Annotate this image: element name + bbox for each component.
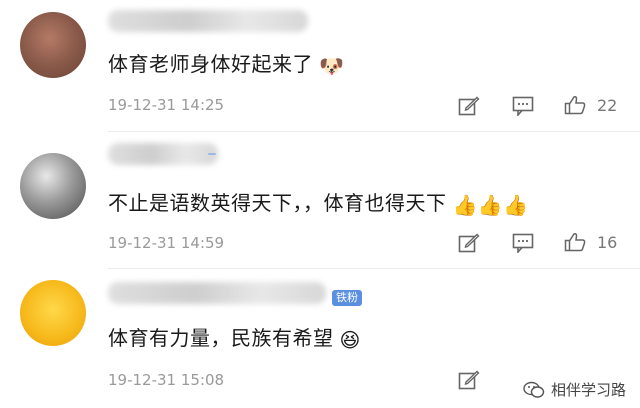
username-blurred [108,10,308,32]
comment-timestamp: 19-12-31 14:59 [108,234,225,252]
comment-text-content: 不止是语数英得天下，，体育也得天下 [108,191,447,215]
thumbs-up-icon[interactable] [564,232,586,252]
username-blurred [108,143,218,165]
wechat-icon [523,381,545,398]
watermark-text: 相伴学习路 [550,381,626,399]
comment-item: 体育老师身体好起来了 🐶 19-12-31 14:25 22 [0,0,640,132]
edit-icon[interactable] [458,96,480,116]
comment-text: 体育老师身体好起来了 🐶 [108,48,344,78]
avatar[interactable] [20,12,86,78]
edit-icon[interactable] [458,233,480,253]
comment-text: 不止是语数英得天下，，体育也得天下 👍👍👍 [108,187,529,217]
edit-icon[interactable] [458,370,480,390]
comment-item: 不止是语数英得天下，，体育也得天下 👍👍👍 19-12-31 14:59 16 [0,133,640,269]
comment-timestamp: 19-12-31 15:08 [108,371,225,389]
comment-text-content: 体育有力量，民族有希望 [108,326,334,350]
comment-timestamp: 19-12-31 14:25 [108,96,225,114]
avatar[interactable] [20,280,86,346]
comment-icon[interactable] [512,233,534,253]
comment-text-content: 体育老师身体好起来了 [108,52,313,76]
divider [108,268,640,269]
comment-icon[interactable] [512,96,534,116]
avatar[interactable] [20,153,86,219]
user-badge [208,153,216,155]
comment-item: 铁粉 体育有力量，民族有希望 😆 19-12-31 15:08 相伴学习路 [0,270,640,408]
laughing-emoji: 😆 [339,327,361,352]
watermark: 相伴学习路 [523,379,626,400]
thumbs-up-icon[interactable] [564,95,586,115]
like-count: 16 [597,233,618,252]
divider [108,131,640,132]
user-badge: 铁粉 [332,290,362,306]
doge-emoji: 🐶 [319,53,345,78]
thumbs-up-emoji: 👍👍👍 [452,192,529,217]
comment-text: 体育有力量，民族有希望 😆 [108,322,361,352]
like-count: 22 [597,96,618,115]
username-blurred [108,282,326,304]
